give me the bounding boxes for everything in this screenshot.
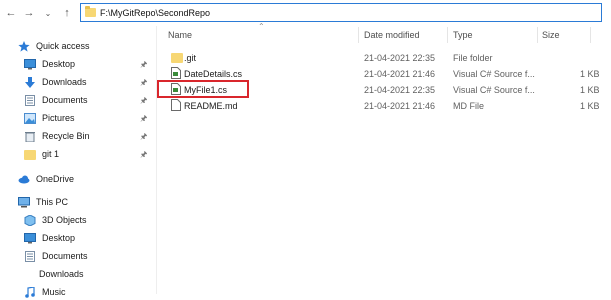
- sidebar-item-downloads[interactable]: Downloads: [24, 74, 87, 90]
- column-divider[interactable]: [537, 27, 538, 43]
- csharp-file-icon: [171, 67, 181, 79]
- cube-icon: [24, 213, 36, 227]
- pane-splitter[interactable]: [156, 26, 157, 294]
- sidebar-item-pictures[interactable]: Pictures: [24, 110, 75, 126]
- file-name: .git: [184, 53, 197, 63]
- column-header-size[interactable]: Size: [542, 30, 560, 40]
- star-icon: [18, 40, 30, 52]
- file-type: File folder: [453, 53, 493, 63]
- pictures-icon: [24, 112, 36, 124]
- sidebar-item-onedrive[interactable]: OneDrive: [18, 171, 74, 187]
- sidebar-item-music[interactable]: Music: [24, 284, 66, 300]
- back-button[interactable]: ←: [4, 6, 18, 20]
- pin-icon[interactable]: 🖈: [140, 131, 147, 145]
- sort-caret-icon: ⌃: [258, 22, 265, 31]
- desktop-icon: [24, 232, 36, 244]
- sidebar-item-label: Downloads: [42, 77, 87, 87]
- pin-icon[interactable]: 🖈: [140, 95, 147, 109]
- file-size: 1 KB: [580, 85, 600, 95]
- recycle-bin-icon: [24, 131, 36, 142]
- folder-icon: [85, 6, 96, 17]
- desktop-icon: [24, 58, 36, 70]
- pin-icon[interactable]: 🖈: [140, 113, 147, 127]
- column-header-type[interactable]: Type: [453, 30, 473, 40]
- column-divider[interactable]: [590, 27, 591, 43]
- file-date: 21-04-2021 21:46: [364, 69, 436, 79]
- sidebar-item-documents-pc[interactable]: Documents: [24, 248, 88, 264]
- back-arrow-icon: ←: [5, 7, 17, 19]
- sidebar-item-label: Recycle Bin: [42, 131, 90, 141]
- address-bar[interactable]: F:\MyGitRepo\SecondRepo: [80, 3, 602, 22]
- pin-icon[interactable]: 🖈: [140, 77, 147, 91]
- pin-icon[interactable]: 🖈: [140, 149, 147, 163]
- file-size: 1 KB: [580, 69, 600, 79]
- sidebar-item-documents[interactable]: Documents: [24, 92, 88, 108]
- sidebar-item-label: Downloads: [39, 269, 84, 279]
- sidebar-item-label: Music: [42, 287, 66, 297]
- column-divider[interactable]: [447, 27, 448, 43]
- music-icon: [24, 285, 36, 298]
- up-button[interactable]: ↑: [60, 6, 74, 20]
- file-name: README.md: [184, 101, 238, 111]
- sidebar-item-label: OneDrive: [36, 174, 75, 184]
- sidebar-item-label: Quick access: [36, 41, 90, 51]
- cloud-icon: [18, 174, 30, 185]
- sidebar-item-label: Documents: [42, 251, 88, 261]
- sidebar-item-label: Desktop: [42, 233, 76, 243]
- address-path: F:\MyGitRepo\SecondRepo: [100, 8, 211, 18]
- pin-icon[interactable]: 🖈: [140, 59, 147, 73]
- sidebar-item-quick-access[interactable]: Quick access: [18, 38, 90, 54]
- folder-icon: [24, 149, 36, 160]
- documents-icon: [24, 250, 36, 262]
- navigation-pane: Quick access Desktop 🖈 Downloads 🖈 Docum…: [0, 30, 158, 298]
- up-arrow-icon: ↑: [64, 7, 70, 19]
- file-type: Visual C# Source f...: [453, 85, 535, 95]
- documents-icon: [24, 94, 36, 106]
- sidebar-item-label: Pictures: [42, 113, 75, 123]
- sidebar-item-desktop-pc[interactable]: Desktop: [24, 230, 75, 246]
- sidebar-item-this-pc[interactable]: This PC: [18, 194, 68, 210]
- forward-button[interactable]: →: [22, 6, 36, 20]
- sidebar-item-label: Desktop: [42, 59, 76, 69]
- forward-arrow-icon: →: [23, 7, 35, 19]
- file-row[interactable]: .git 21-04-2021 22:35 File folder: [163, 50, 603, 66]
- download-arrow-icon: [24, 76, 36, 88]
- file-name: DateDetails.cs: [184, 69, 243, 79]
- highlight-annotation: [157, 80, 249, 98]
- sidebar-item-downloads-pc[interactable]: Downloads: [39, 266, 84, 282]
- file-row[interactable]: README.md 21-04-2021 21:46 MD File 1 KB: [163, 98, 603, 114]
- sidebar-item-label: Documents: [42, 95, 88, 105]
- document-icon: [171, 99, 181, 111]
- sidebar-item-label: 3D Objects: [42, 215, 87, 225]
- chevron-down-icon: ⌄: [44, 8, 52, 18]
- sidebar-item-desktop[interactable]: Desktop: [24, 56, 75, 72]
- folder-icon: [171, 51, 183, 63]
- sidebar-item-label: git 1: [42, 149, 60, 159]
- sidebar-item-3d-objects[interactable]: 3D Objects: [24, 212, 87, 228]
- column-header-date[interactable]: Date modified: [364, 30, 420, 40]
- sidebar-item-label: This PC: [36, 197, 69, 207]
- file-type: MD File: [453, 101, 484, 111]
- computer-icon: [18, 196, 30, 208]
- sidebar-item-git-1[interactable]: git 1: [24, 146, 59, 162]
- column-header-name[interactable]: Name: [168, 30, 192, 40]
- file-date: 21-04-2021 22:35: [364, 85, 436, 95]
- file-date: 21-04-2021 22:35: [364, 53, 436, 63]
- recent-locations-button[interactable]: ⌄: [41, 6, 55, 20]
- sidebar-item-recycle-bin[interactable]: Recycle Bin: [24, 128, 90, 144]
- column-divider[interactable]: [358, 27, 359, 43]
- file-size: 1 KB: [580, 101, 600, 111]
- file-date: 21-04-2021 21:46: [364, 101, 436, 111]
- file-type: Visual C# Source f...: [453, 69, 535, 79]
